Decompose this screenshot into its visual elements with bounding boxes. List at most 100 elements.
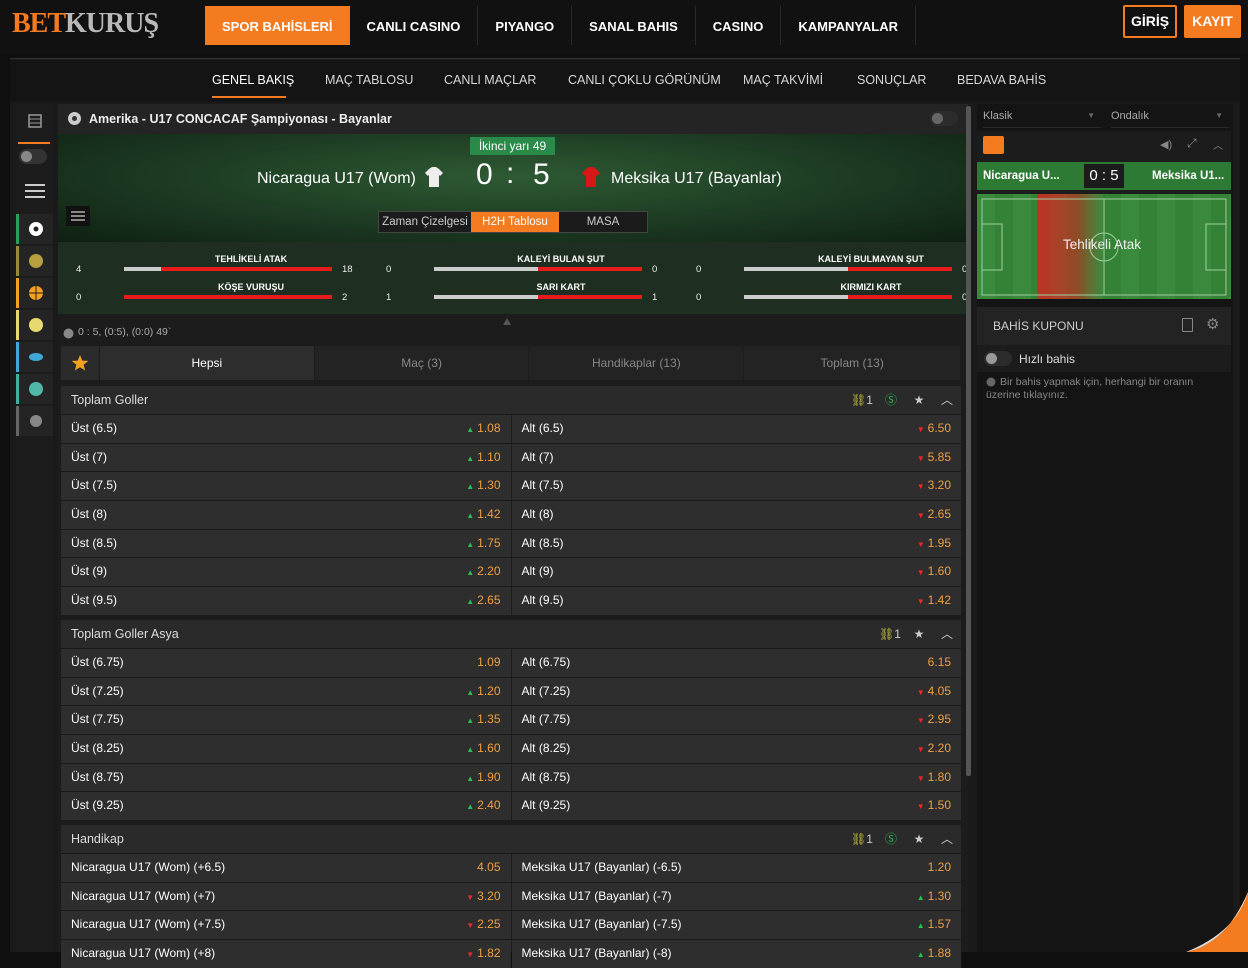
tab-timeline[interactable]: Zaman Çizelgesi: [379, 212, 471, 232]
market-row: Üst (7.75) ▲ 1.35 Alt (7.75) ▼ 2.95: [61, 705, 961, 735]
sidebar-toggle[interactable]: [19, 149, 47, 164]
filter-match[interactable]: Maç (3): [314, 346, 529, 380]
nav-casino[interactable]: CASINO: [696, 6, 782, 45]
odds-cell[interactable]: Üst (6.5) ▲ 1.08: [61, 415, 511, 443]
collapse-arrow-icon[interactable]: [503, 318, 511, 325]
odds-cell[interactable]: Üst (9.25) ▲ 2.40: [61, 792, 511, 821]
nav-live-casino[interactable]: CANLI CASINO: [350, 6, 479, 45]
market-title: Toplam Goller: [71, 393, 149, 407]
link-icon[interactable]: ⛓1: [875, 620, 905, 648]
tab-match-table[interactable]: MAÇ TABLOSU: [325, 73, 413, 87]
odds-cell[interactable]: Nicaragua U17 (Wom) (+7.5) ▼ 2.25: [61, 911, 511, 940]
odds-cell[interactable]: Üst (7.5) ▲ 1.30: [61, 472, 511, 501]
odds-cell[interactable]: Alt (7.75) ▼ 2.95: [511, 706, 961, 735]
filter-all[interactable]: Hepsi: [99, 346, 314, 380]
odds-cell[interactable]: Alt (8.75) ▼ 1.80: [511, 763, 961, 792]
odds-style-select[interactable]: Klasik ▼: [983, 104, 1101, 128]
tab-free-bet[interactable]: BEDAVA BAHİS: [957, 73, 1046, 87]
register-button[interactable]: KAYIT: [1184, 5, 1241, 38]
filter-handicaps[interactable]: Handikaplar (13): [529, 346, 744, 380]
odds-cell[interactable]: Alt (9) ▼ 1.60: [511, 558, 961, 587]
odds-cell[interactable]: Meksika U17 (Bayanlar) (-8) ▲ 1.88: [511, 940, 961, 968]
odds-cell[interactable]: Meksika U17 (Bayanlar) (-7) ▲ 1.30: [511, 882, 961, 911]
odds-format-select[interactable]: Ondalık ▼: [1111, 104, 1229, 128]
stat-home-value: 1: [386, 292, 392, 303]
nav-campaigns[interactable]: KAMPANYALAR: [781, 6, 917, 45]
odds-cell[interactable]: Nicaragua U17 (Wom) (+7) ▼ 3.20: [61, 882, 511, 911]
logo[interactable]: BETKURUŞ: [12, 8, 159, 40]
market-header[interactable]: Toplam Goller Asya ⛓1 ★ ︿: [61, 620, 961, 648]
link-icon[interactable]: ⛓1: [847, 825, 877, 853]
odds-cell[interactable]: Üst (8.25) ▲ 1.60: [61, 735, 511, 763]
odds-cell[interactable]: Meksika U17 (Bayanlar) (-7.5) ▲ 1.57: [511, 911, 961, 940]
odds-cell[interactable]: Üst (8) ▲ 1.42: [61, 501, 511, 529]
baseball-icon[interactable]: [16, 374, 53, 404]
market-header[interactable]: Handikap ⛓1 Ⓢ ★ ︿: [61, 825, 961, 853]
odds-cell[interactable]: Üst (7) ▲ 1.10: [61, 443, 511, 472]
tab-live-matches[interactable]: CANLI MAÇLAR: [444, 73, 536, 87]
tab-h2h[interactable]: H2H Tablosu: [471, 212, 559, 232]
nav-sports-betting[interactable]: SPOR BAHİSLERİ: [205, 6, 350, 45]
odds-cell[interactable]: Alt (7.5) ▼ 3.20: [511, 472, 961, 501]
odds-cell[interactable]: Nicaragua U17 (Wom) (+8) ▼ 1.82: [61, 940, 511, 968]
scrollbar[interactable]: [966, 106, 971, 776]
odds-cell[interactable]: Alt (9.5) ▼ 1.42: [511, 587, 961, 615]
basketball-icon[interactable]: [16, 278, 53, 308]
odds-cell[interactable]: Üst (8.75) ▲ 1.90: [61, 763, 511, 792]
volleyball-icon[interactable]: [16, 310, 53, 340]
odds-cell[interactable]: Alt (8) ▼ 2.65: [511, 501, 961, 529]
tennis-icon[interactable]: [16, 246, 53, 276]
ice-hockey-icon[interactable]: [16, 342, 53, 372]
nav-lottery[interactable]: PIYANGO: [478, 6, 573, 45]
other-sport-icon[interactable]: [16, 406, 53, 436]
odds-cell[interactable]: Alt (6.75) 6.15: [511, 649, 961, 677]
odds-cell[interactable]: Alt (8.5) ▼ 1.95: [511, 529, 961, 558]
tab-live-multiview[interactable]: CANLI ÇOKLU GÖRÜNÜM: [568, 73, 721, 87]
filter-total[interactable]: Toplam (13): [744, 346, 961, 380]
cashout-icon[interactable]: Ⓢ: [877, 825, 905, 853]
chevron-up-icon[interactable]: ︿: [933, 825, 961, 853]
tracker-icon[interactable]: [983, 136, 1004, 154]
nav-virtual-bet[interactable]: SANAL BAHIS: [572, 6, 696, 45]
odds-cell[interactable]: Alt (7) ▼ 5.85: [511, 443, 961, 472]
chevron-up-icon[interactable]: ︿: [933, 386, 961, 414]
quick-bet-toggle[interactable]: [984, 351, 1012, 366]
expand-icon[interactable]: ⤢: [1187, 136, 1197, 151]
menu-lines-icon[interactable]: [16, 176, 53, 206]
event-header: Amerika - U17 CONCACAF Şampiyonası - Bay…: [58, 104, 968, 134]
odds-cell[interactable]: Alt (9.25) ▼ 1.50: [511, 792, 961, 821]
hamburger-icon[interactable]: [66, 206, 90, 226]
odds-cell[interactable]: Meksika U17 (Bayanlar) (-6.5) 1.20: [511, 854, 961, 882]
stream-toggle[interactable]: [930, 111, 958, 126]
star-icon[interactable]: ★: [905, 386, 933, 414]
sound-icon[interactable]: ◀): [1160, 138, 1172, 151]
odds-cell[interactable]: Üst (9) ▲ 2.20: [61, 558, 511, 587]
login-button[interactable]: GİRİŞ: [1123, 5, 1177, 38]
odds-cell[interactable]: Alt (7.25) ▼ 4.05: [511, 677, 961, 706]
star-icon[interactable]: ★: [905, 620, 933, 648]
favorites-star-icon[interactable]: [61, 346, 99, 380]
odds-cell[interactable]: Alt (8.25) ▼ 2.20: [511, 735, 961, 763]
tab-table[interactable]: MASA: [559, 212, 647, 232]
odds-cell[interactable]: Üst (6.75) 1.09: [61, 649, 511, 677]
collapse-icon[interactable]: ︿: [1213, 137, 1223, 152]
tab-match-schedule[interactable]: MAÇ TAKVİMİ: [743, 73, 823, 87]
football-icon[interactable]: [16, 214, 53, 244]
calculator-icon[interactable]: [1182, 318, 1193, 332]
tab-overview[interactable]: GENEL BAKIŞ: [212, 73, 294, 87]
list-view-icon[interactable]: [16, 106, 53, 136]
chevron-up-icon[interactable]: ︿: [933, 620, 961, 648]
star-icon[interactable]: ★: [905, 825, 933, 853]
odds-cell[interactable]: Alt (6.5) ▼ 6.50: [511, 415, 961, 443]
odds-cell[interactable]: Üst (9.5) ▲ 2.65: [61, 587, 511, 615]
tab-results[interactable]: SONUÇLAR: [857, 73, 926, 87]
odds-cell[interactable]: Üst (8.5) ▲ 1.75: [61, 529, 511, 558]
odds-cell[interactable]: Nicaragua U17 (Wom) (+6.5) 4.05: [61, 854, 511, 882]
market-header[interactable]: Toplam Goller ⛓1 Ⓢ ★ ︿: [61, 386, 961, 414]
cashout-icon[interactable]: Ⓢ: [877, 386, 905, 414]
settings-gear-icon[interactable]: ⚙: [1206, 315, 1219, 333]
odds-cell[interactable]: Üst (7.75) ▲ 1.35: [61, 706, 511, 735]
score-info: 0 : 5, (0:5), (0:0) 49`: [78, 326, 172, 338]
link-icon[interactable]: ⛓1: [847, 386, 877, 414]
odds-cell[interactable]: Üst (7.25) ▲ 1.20: [61, 677, 511, 706]
